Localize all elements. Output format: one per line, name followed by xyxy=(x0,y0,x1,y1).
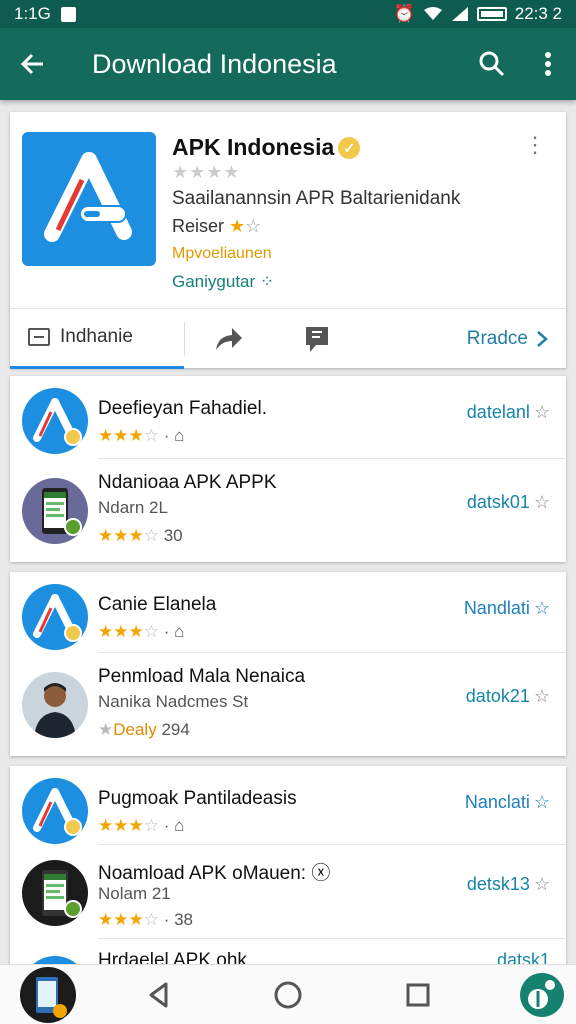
system-nav-bar xyxy=(0,964,576,1024)
star-icon: ☆ xyxy=(533,792,550,812)
recents-nav-icon[interactable] xyxy=(394,971,442,1019)
signal-icon xyxy=(451,7,468,21)
share-icon[interactable] xyxy=(185,309,273,369)
star-icon: ★ xyxy=(229,216,246,236)
verified-badge-icon xyxy=(64,518,82,536)
verified-badge-icon xyxy=(64,900,82,918)
bookmark-icon: ⌂ xyxy=(174,622,185,641)
app-name: Canie Elanela xyxy=(98,594,217,615)
wifi-icon xyxy=(423,7,442,20)
star-outline-icon: ☆ xyxy=(533,492,550,512)
star-outline-icon: ☆ xyxy=(533,874,550,894)
notification-icon xyxy=(60,6,76,22)
page-title: Download Indonesia xyxy=(92,48,337,79)
battery-icon xyxy=(476,7,507,21)
download-link[interactable]: Nanclati ☆ xyxy=(465,792,550,813)
app-name: APK Indonesia ✓ xyxy=(172,134,361,161)
list-item[interactable]: Deefieyan Fahadiel. ★★★☆ · ⌂ datelanl ☆ xyxy=(10,376,566,468)
star-outline-icon: ☆ xyxy=(533,686,550,706)
app-rating: ★★★☆ · 38 xyxy=(98,910,194,929)
star-outline-icon: ☆ xyxy=(533,402,550,422)
app-name: Pugmoak Pantiladeasis xyxy=(98,788,297,809)
verified-badge-icon: ✓ xyxy=(338,137,361,159)
search-icon[interactable] xyxy=(464,28,520,100)
more-vert-icon[interactable]: ⋮ xyxy=(524,132,546,158)
status-time: 1:1G xyxy=(14,4,51,23)
app-subtitle: Nolam 21 xyxy=(98,884,171,903)
alarm-icon: ⏰ xyxy=(393,4,415,23)
person-photo xyxy=(22,672,88,738)
app-description: Saailanannsin APR Baltarienidank xyxy=(172,188,461,209)
star-icon: ☆ xyxy=(533,598,550,618)
tab-label: Indhanie xyxy=(60,326,133,347)
star-outline-icon: ☆ xyxy=(245,216,262,236)
status-clock: 22:3 2 xyxy=(514,4,562,23)
download-link[interactable]: datok21 ☆ xyxy=(466,686,550,707)
flag-icon[interactable] xyxy=(273,309,361,369)
bookmark-icon: ⌂ xyxy=(174,426,185,445)
verified-badge-icon xyxy=(64,818,82,836)
app-list-card: Deefieyan Fahadiel. ★★★☆ · ⌂ datelanl ☆ N… xyxy=(10,376,566,562)
app-category[interactable]: Mpvoeliaunen xyxy=(172,245,272,263)
back-arrow-icon[interactable] xyxy=(0,28,66,100)
app-bar: Download Indonesia xyxy=(0,28,576,100)
featured-app-card[interactable]: APK Indonesia ✓ ★★★★ Saailanannsin APR Ba… xyxy=(10,112,566,369)
app-logo-icon xyxy=(22,132,156,266)
app-name: Ndanioaa APK APPK xyxy=(98,472,277,493)
verified-badge-icon xyxy=(64,428,82,446)
download-link[interactable]: detsk13 ☆ xyxy=(467,874,550,895)
sparkle-icon: ⁘ xyxy=(259,272,275,291)
divider xyxy=(98,458,566,459)
rating-stars-icon: ★★★★ xyxy=(172,162,241,182)
download-link[interactable]: datsk01 ☆ xyxy=(467,492,550,513)
app-rating: ★★★☆ · ⌂ xyxy=(98,426,185,445)
divider xyxy=(98,844,566,845)
chevron-right-icon xyxy=(537,330,548,347)
list-item[interactable]: Noamload APK oMauen: ⓧ Nolam 21 ★★★☆ · 3… xyxy=(10,848,566,940)
clock-icon: ⓧ xyxy=(311,863,331,884)
back-nav-icon[interactable] xyxy=(134,971,182,1019)
app-subtitle: Nanika Nadcmes St xyxy=(98,692,249,711)
app-rating: ★★★☆ · ⌂ xyxy=(98,622,185,641)
app-rating: ★★★☆ · ⌂ xyxy=(98,816,185,835)
app-name: Noamload APK oMauen: ⓧ xyxy=(98,863,331,884)
bookmark-icon: ⌂ xyxy=(174,816,185,835)
download-link[interactable]: datelanl ☆ xyxy=(467,402,550,423)
list-item[interactable]: Canie Elanela ★★★☆ · ⌂ Nandlati ☆ xyxy=(10,572,566,664)
list-item[interactable]: Penmload Mala Nenaica Nanika Nadcmes St … xyxy=(10,660,566,752)
app-rating: Reiser ★☆ xyxy=(172,216,262,236)
app-list-card: Canie Elanela ★★★☆ · ⌂ Nandlati ☆ Penmloa… xyxy=(10,572,566,756)
app-subtitle: Ndarn 2L xyxy=(98,498,168,517)
app-rating: ★Dealy 294 xyxy=(98,720,190,739)
app-name: Deefieyan Fahadiel. xyxy=(98,398,267,419)
overflow-menu-icon[interactable] xyxy=(520,28,576,100)
tab-indhanie[interactable]: Indhanie xyxy=(10,309,184,369)
app-name: Penmload Mala Nenaica xyxy=(98,666,306,687)
list-item[interactable]: Hrdaelel APK ohk datsk1 xyxy=(10,944,566,966)
more-link[interactable]: Rradce xyxy=(467,328,548,350)
minus-box-icon xyxy=(28,328,50,346)
download-link[interactable]: Nandlati ☆ xyxy=(464,598,550,619)
assistant-icon[interactable] xyxy=(514,967,570,1023)
app-rating: ★★★☆ 30 xyxy=(98,526,183,545)
app-developer[interactable]: Ganiygutar ⁘ xyxy=(172,272,274,292)
hero-action-bar: Indhanie Rradce xyxy=(10,308,566,369)
divider xyxy=(98,938,566,939)
status-bar: 1:1G ⏰ 22:3 2 xyxy=(0,0,576,28)
list-item[interactable]: Ndanioaa APK APPK Ndarn 2L ★★★☆ 30 datsk… xyxy=(10,466,566,558)
verified-badge-icon xyxy=(64,624,82,642)
home-nav-icon[interactable] xyxy=(264,971,312,1019)
divider xyxy=(98,652,566,653)
app-list-card: Pugmoak Pantiladeasis ★★★☆ · ⌂ Nanclati ☆… xyxy=(10,766,566,966)
recent-app-thumbnail[interactable] xyxy=(20,967,76,1023)
